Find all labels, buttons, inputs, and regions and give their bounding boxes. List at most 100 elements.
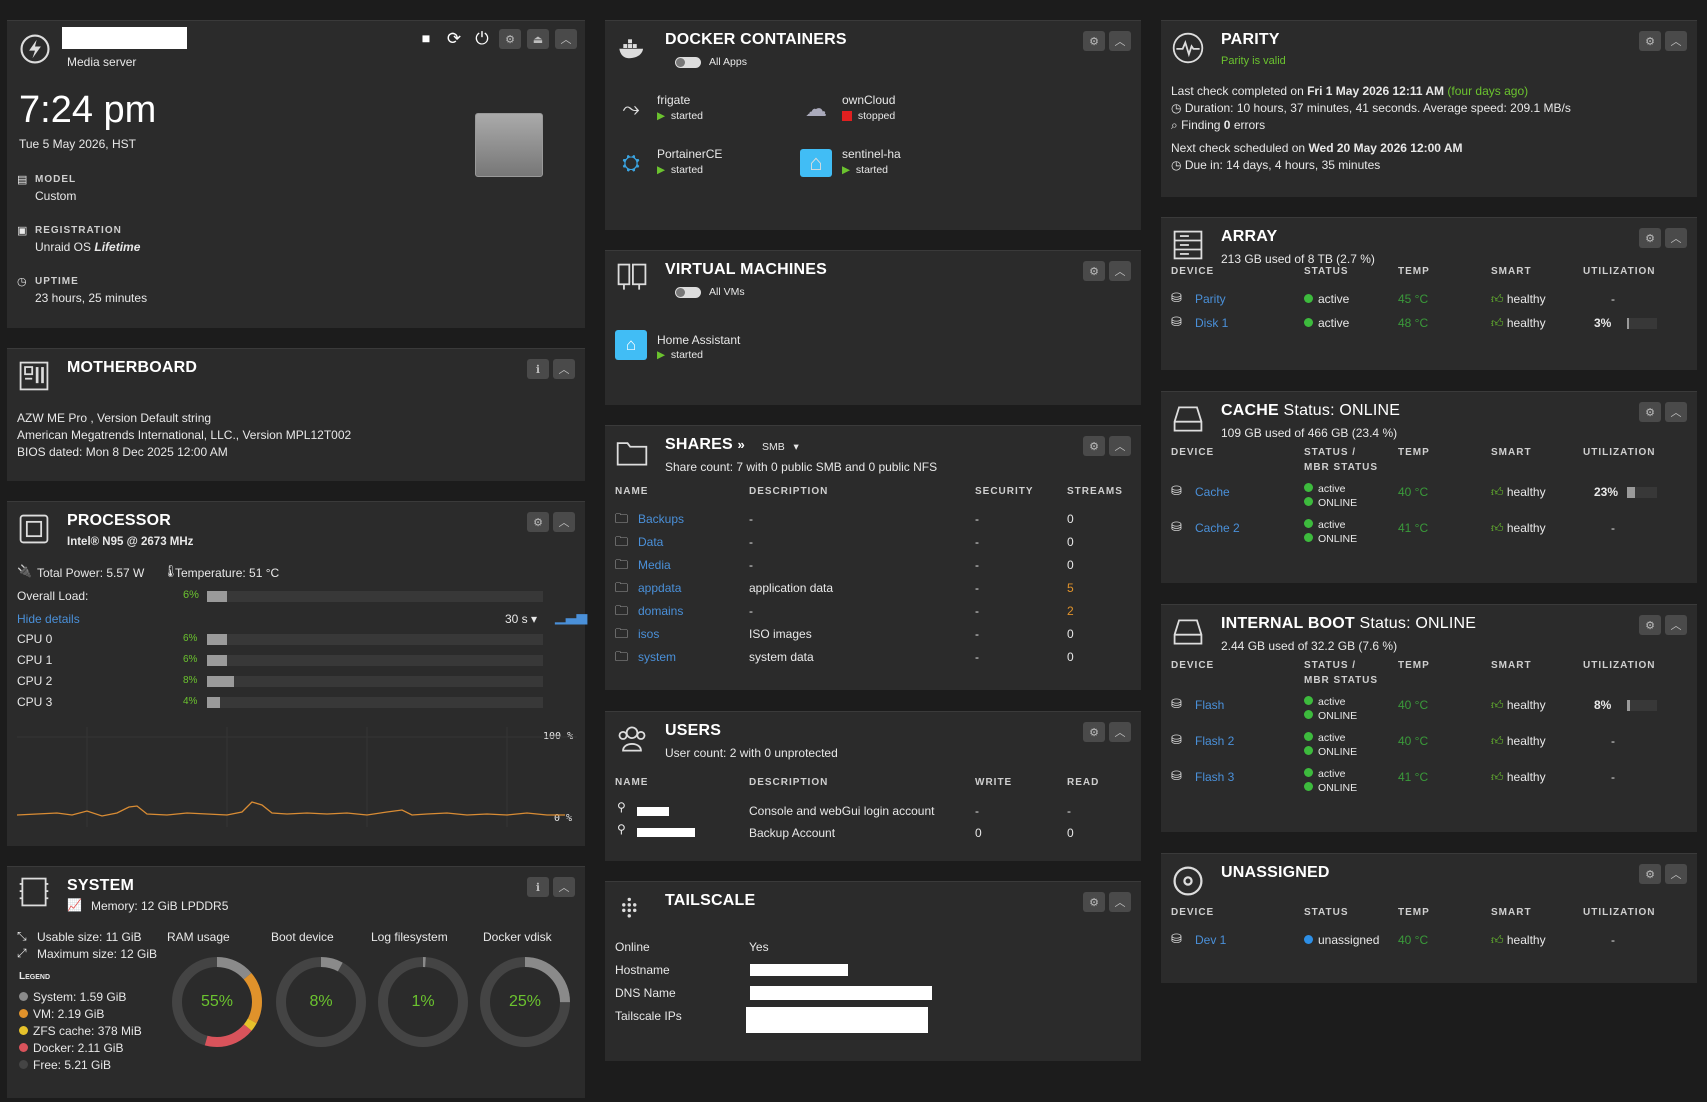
collapse-icon[interactable]: ︿ — [1109, 722, 1131, 742]
share-name[interactable]: system — [638, 650, 676, 664]
share-name[interactable]: Backups — [638, 512, 684, 526]
settings-icon[interactable]: ⚙ — [1639, 31, 1661, 51]
collapse-icon[interactable]: ︿ — [1665, 864, 1687, 884]
motherboard-icon — [19, 361, 49, 391]
mbr-status: ONLINE — [1304, 533, 1357, 545]
collapse-icon[interactable]: ︿ — [553, 512, 575, 532]
collapse-icon[interactable]: ︿ — [1109, 31, 1131, 51]
settings-icon[interactable]: ⚙ — [1083, 722, 1105, 742]
settings-icon[interactable]: ⚙ — [1083, 892, 1105, 912]
array-tile: ARRAY 213 GB used of 8 TB (2.7 %) ⚙ ︿ DEV… — [1161, 217, 1697, 370]
device-name[interactable]: Dev 1 — [1195, 933, 1226, 947]
parity-title: PARITY — [1221, 31, 1280, 48]
protocol-select[interactable]: SMB ▾ — [762, 441, 799, 453]
settings-icon[interactable]: ⚙ — [527, 512, 549, 532]
cache-tile: CACHE Status: ONLINE 109 GB used of 466 … — [1161, 391, 1697, 583]
device-name[interactable]: Cache — [1195, 485, 1230, 499]
device-temp: 45 °C — [1398, 292, 1429, 306]
power-icon[interactable]: ⏻ — [471, 29, 493, 49]
container-status: ▶ started — [657, 110, 704, 122]
share-name[interactable]: Data — [638, 535, 663, 549]
collapse-icon[interactable]: ︿ — [553, 359, 575, 379]
disk-icon: ⛁ — [1171, 314, 1182, 329]
share-desc: - — [749, 558, 753, 572]
gauge-value: 25% — [508, 993, 542, 1010]
expand-icon: ⤡ — [17, 929, 27, 943]
device-name[interactable]: Cache 2 — [1195, 521, 1240, 535]
collapse-icon[interactable]: ︿ — [1109, 261, 1131, 281]
collapse-icon[interactable]: ︿ — [1665, 615, 1687, 635]
share-desc: - — [749, 512, 753, 526]
settings-icon[interactable]: ⚙ — [1639, 402, 1661, 422]
eject-icon[interactable]: ⏏ — [527, 29, 549, 49]
share-name[interactable]: isos — [638, 627, 659, 641]
play-icon: ▶ — [657, 110, 666, 122]
collapse-icon[interactable]: ︿ — [1665, 228, 1687, 248]
server-image — [475, 113, 543, 177]
share-name[interactable]: appdata — [638, 581, 681, 595]
all-vms-toggle[interactable]: All VMs — [675, 286, 745, 298]
settings-icon[interactable]: ⚙ — [1639, 615, 1661, 635]
collapse-icon[interactable]: ︿ — [1665, 31, 1687, 51]
legend-item: Docker: 2.11 GiB — [19, 1041, 123, 1055]
device-name[interactable]: Disk 1 — [1195, 316, 1228, 330]
collapse-icon[interactable]: ︿ — [1109, 436, 1131, 456]
reboot-icon[interactable]: ⟳ — [443, 29, 465, 49]
container-name[interactable]: PortainerCE — [657, 147, 722, 161]
device-name[interactable]: Flash — [1195, 698, 1224, 712]
toggle-switch[interactable] — [675, 56, 701, 68]
settings-icon[interactable]: ⚙ — [1639, 228, 1661, 248]
finding: ⌕ Finding 0 errors — [1171, 118, 1266, 132]
duration: ◷ Duration: 10 hours, 37 minutes, 41 sec… — [1171, 101, 1571, 115]
collapse-icon[interactable]: ︿ — [1109, 892, 1131, 912]
settings-icon[interactable]: ⚙ — [499, 29, 521, 49]
frigate-icon[interactable]: ⤳ — [615, 95, 647, 123]
vm-name[interactable]: Home Assistant — [657, 333, 740, 347]
all-apps-toggle[interactable]: All Apps — [675, 56, 747, 68]
motherboard-line3: BIOS dated: Mon 8 Dec 2025 12:00 AM — [17, 445, 228, 459]
info-icon[interactable]: ℹ — [527, 359, 549, 379]
hide-details-link[interactable]: Hide details — [17, 612, 80, 626]
chart-icon[interactable]: ▁▃▅ — [555, 608, 587, 625]
cpu-bar — [207, 697, 543, 708]
share-security: - — [975, 627, 979, 641]
sentinel-icon[interactable]: ⌂ — [800, 149, 832, 177]
device-name[interactable]: Parity — [1195, 292, 1226, 306]
settings-icon[interactable]: ⚙ — [1083, 261, 1105, 281]
server-name-redacted — [62, 27, 187, 49]
home-assistant-icon[interactable]: ⌂ — [615, 330, 647, 360]
device-name[interactable]: Flash 2 — [1195, 734, 1234, 748]
settings-icon[interactable]: ⚙ — [1083, 436, 1105, 456]
toggle-switch[interactable] — [675, 286, 701, 298]
owncloud-icon[interactable]: ☁ — [800, 95, 832, 123]
drive-icon — [1173, 619, 1203, 645]
device-name[interactable]: Flash 3 — [1195, 770, 1234, 784]
info-icon[interactable]: ℹ — [527, 877, 549, 897]
server-controls: ⏹ ⟳ ⏻ ⚙ ⏏ ︿ — [415, 29, 577, 49]
settings-icon[interactable]: ⚙ — [1083, 31, 1105, 51]
array-usage: 213 GB used of 8 TB (2.7 %) — [1221, 252, 1375, 266]
settings-icon[interactable]: ⚙ — [1639, 864, 1661, 884]
interval-select[interactable]: 30 s ▾ — [505, 612, 537, 626]
collapse-icon[interactable]: ︿ — [553, 877, 575, 897]
status-dot — [1304, 318, 1313, 327]
portainer-icon[interactable]: ⛭ — [615, 149, 647, 177]
disc-icon — [1173, 866, 1203, 896]
key-icon: ▣ — [17, 225, 28, 237]
legend-swatch — [19, 1043, 28, 1052]
container-name[interactable]: ownCloud — [842, 93, 895, 107]
container-status: stopped — [842, 110, 895, 122]
legend-swatch — [19, 1009, 28, 1018]
collapse-icon[interactable]: ︿ — [555, 29, 577, 49]
disk-icon: ⛁ — [1171, 768, 1182, 783]
device-util: - — [1611, 292, 1615, 306]
collapse-icon[interactable]: ︿ — [1665, 402, 1687, 422]
share-name[interactable]: Media — [638, 558, 671, 572]
share-name[interactable]: domains — [638, 604, 683, 618]
users-tile: USERS User count: 2 with 0 unprotected ⚙… — [605, 711, 1141, 861]
stop-icon[interactable]: ⏹ — [415, 29, 437, 49]
container-name[interactable]: frigate — [657, 93, 690, 107]
container-name[interactable]: sentinel-ha — [842, 147, 901, 161]
gauge-label: Docker vdisk — [483, 930, 552, 944]
device-temp: 48 °C — [1398, 316, 1429, 330]
